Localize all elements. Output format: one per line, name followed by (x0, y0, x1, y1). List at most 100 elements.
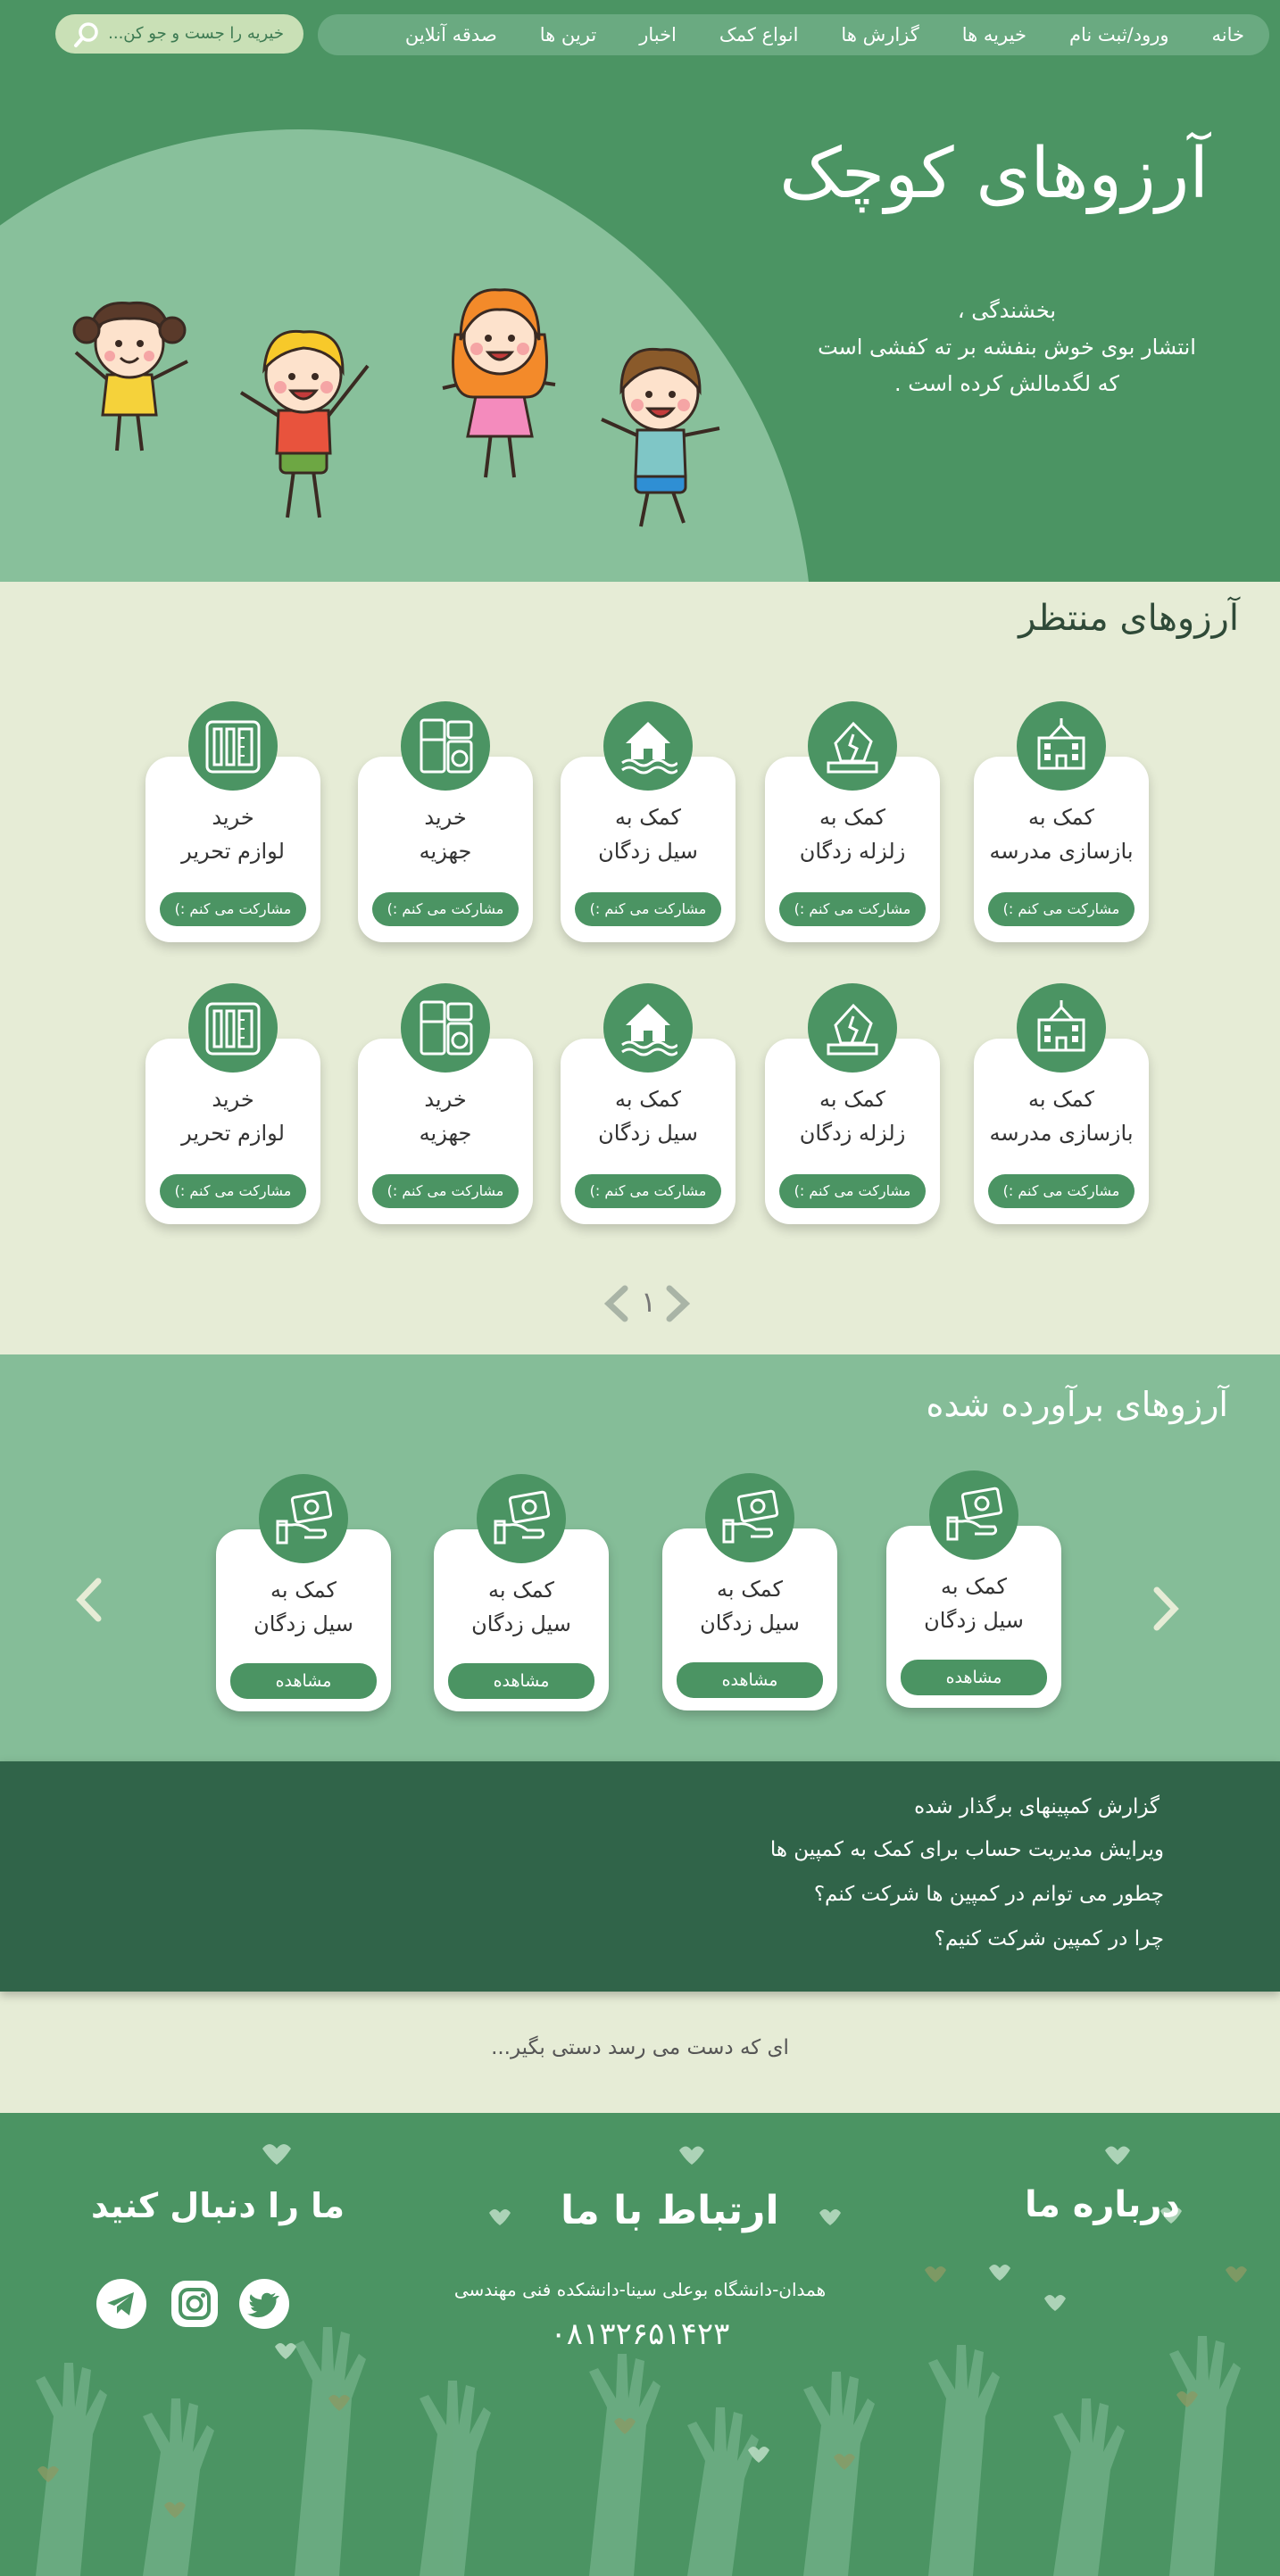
participate-button[interactable]: مشارکت می کنم :) (779, 892, 926, 926)
appliances-icon (420, 1000, 473, 1056)
hero-section: خانه ورود/ثبت نام خیریه ها گزارش ها انوا… (0, 0, 1280, 582)
wish-card: خرید جهزیه مشارکت می کنم :) (358, 983, 533, 1224)
wish-card: کمک به بازسازی مدرسه مشارکت می کنم :) (974, 983, 1149, 1224)
card-icon-circle (808, 701, 897, 791)
follow-us-heading: ما را دنبال کنید (91, 2186, 345, 2225)
faq-item[interactable]: ویرایش مدیریت حساب برای کمک به کمپین ها (770, 1838, 1164, 1861)
view-button[interactable]: مشاهده (448, 1663, 594, 1699)
nav-item-tops[interactable]: ترین ها (540, 24, 596, 46)
earthquake-house-icon (827, 722, 878, 774)
faq-item[interactable]: گزارش کمپینهای برگذار شده (914, 1795, 1159, 1818)
wish-card: خرید لوازم تحریر مشارکت می کنم :) (145, 983, 320, 1224)
school-icon (1037, 998, 1085, 1052)
money-hand-icon (494, 1490, 551, 1545)
flood-house-icon (620, 720, 677, 774)
participate-button[interactable]: مشارکت می کنم :) (575, 892, 721, 926)
hero-quote-line: که لگدمالش کرده است . (894, 371, 1119, 396)
telegram-icon[interactable] (96, 2279, 146, 2329)
card-title-line1: خرید (424, 805, 467, 830)
card-title-line1: کمک به (615, 1087, 681, 1112)
hero-quote-line: انتشار بوی خوش بنفشه بر ته کفشی است (818, 335, 1196, 360)
card-title-line2: سیل زدگان (598, 1121, 698, 1146)
card-title-line2: جهزیه (419, 1121, 472, 1146)
school-icon (1037, 716, 1085, 770)
hero-title: آرزوهای کوچک (779, 134, 1209, 214)
money-hand-icon (276, 1490, 333, 1545)
wish-card: خرید لوازم تحریر مشارکت می کنم :) (145, 701, 320, 942)
nav-item-news[interactable]: اخبار (639, 24, 677, 46)
participate-button[interactable]: مشارکت می کنم :) (160, 892, 306, 926)
nav-item-login[interactable]: ورود/ثبت نام (1069, 24, 1169, 46)
card-title-line2: لوازم تحریر (181, 1121, 285, 1146)
nav-item-reports[interactable]: گزارش ها (841, 24, 918, 46)
participate-button[interactable]: مشارکت می کنم :) (160, 1174, 306, 1208)
earthquake-house-icon (827, 1004, 878, 1056)
search-placeholder: خیریه را جست و جو کن... (108, 24, 284, 43)
twitter-icon[interactable] (239, 2279, 289, 2329)
view-button[interactable]: مشاهده (901, 1660, 1047, 1695)
participate-button[interactable]: مشارکت می کنم :) (372, 1174, 519, 1208)
carousel-next-arrow-icon[interactable] (1148, 1585, 1184, 1633)
card-icon-circle (259, 1474, 348, 1563)
card-title-line2: سیل زدگان (471, 1611, 571, 1636)
card-title-line2: سیل زدگان (700, 1611, 800, 1636)
card-title-line2: بازسازی مدرسه (989, 839, 1134, 864)
fulfilled-wish-card: کمک به سیل زدگان مشاهده (216, 1474, 391, 1711)
kid-1-illustration (72, 301, 188, 451)
card-icon-circle (1017, 701, 1106, 791)
participate-button[interactable]: مشارکت می کنم :) (988, 892, 1135, 926)
participate-button[interactable]: مشارکت می کنم :) (575, 1174, 721, 1208)
faq-item[interactable]: چطور می توانم در کمپین ها شرکت کنم؟ (814, 1883, 1164, 1906)
nav-item-help-types[interactable]: انواع کمک (719, 24, 799, 46)
flood-house-icon (620, 1002, 677, 1056)
fulfilled-wish-card: کمک به سیل زدگان مشاهده (662, 1473, 837, 1710)
card-title-line1: خرید (212, 1087, 254, 1112)
search-input[interactable]: خیریه را جست و جو کن... (55, 14, 303, 54)
card-icon-circle (1017, 983, 1106, 1073)
card-title-line1: کمک به (717, 1577, 783, 1602)
page-number[interactable]: ۱ (641, 1285, 656, 1319)
wish-card: کمک به سیل زدگان مشارکت می کنم :) (561, 701, 736, 942)
money-hand-icon (946, 1487, 1003, 1541)
wish-card: کمک به سیل زدگان مشارکت می کنم :) (561, 983, 736, 1224)
fulfilled-wishes-title: آرزوهای برآورده شده (926, 1385, 1228, 1424)
participate-button[interactable]: مشارکت می کنم :) (988, 1174, 1135, 1208)
nav-item-online-donation[interactable]: صدقه آنلاین (405, 24, 497, 46)
card-title-line2: سیل زدگان (598, 839, 698, 864)
contact-us-heading: ارتباط با ما (561, 2188, 779, 2233)
chevron-left-icon (603, 1285, 628, 1322)
card-title-line1: کمک به (941, 1574, 1007, 1599)
about-us-heading: درباره ما (1025, 2184, 1180, 2225)
view-button[interactable]: مشاهده (230, 1663, 377, 1699)
faq-item[interactable]: چرا در کمپین شرکت کنیم؟ (935, 1927, 1164, 1951)
search-icon[interactable] (73, 21, 100, 48)
card-title-line1: کمک به (819, 1087, 885, 1112)
main-nav: خانه ورود/ثبت نام خیریه ها گزارش ها انوا… (318, 14, 1269, 55)
stationery-icon (205, 1002, 261, 1056)
card-title-line2: بازسازی مدرسه (989, 1121, 1134, 1146)
kid-3-illustration (442, 288, 556, 478)
card-title-line1: کمک به (1028, 805, 1094, 830)
carousel-prev-arrow-icon[interactable] (71, 1576, 107, 1624)
card-title-line2: سیل زدگان (254, 1611, 353, 1636)
fulfilled-wish-card: کمک به سیل زدگان مشاهده (434, 1474, 609, 1711)
kid-4-illustration (601, 347, 720, 527)
card-title-line2: لوازم تحریر (181, 839, 285, 864)
nav-item-home[interactable]: خانه (1212, 24, 1244, 46)
happy-kids-illustration (72, 288, 720, 527)
view-button[interactable]: مشاهده (677, 1662, 823, 1698)
instagram-icon[interactable] (170, 2279, 220, 2329)
wish-card: کمک به بازسازی مدرسه مشارکت می کنم :) (974, 701, 1149, 942)
wish-card: کمک به زلزله زدگان مشارکت می کنم :) (765, 701, 940, 942)
participate-button[interactable]: مشارکت می کنم :) (372, 892, 519, 926)
participate-button[interactable]: مشارکت می کنم :) (779, 1174, 926, 1208)
card-icon-circle (603, 983, 693, 1073)
card-icon-circle (705, 1473, 794, 1562)
appliances-icon (420, 718, 473, 774)
wish-card: کمک به زلزله زدگان مشارکت می کنم :) (765, 983, 940, 1224)
hero-quote: بخشندگی ، انتشار بوی خوش بنفشه بر ته کفش… (810, 293, 1203, 402)
card-title-line1: خرید (212, 805, 254, 830)
card-icon-circle (603, 701, 693, 791)
card-title-line1: خرید (424, 1087, 467, 1112)
nav-item-charities[interactable]: خیریه ها (962, 24, 1026, 46)
